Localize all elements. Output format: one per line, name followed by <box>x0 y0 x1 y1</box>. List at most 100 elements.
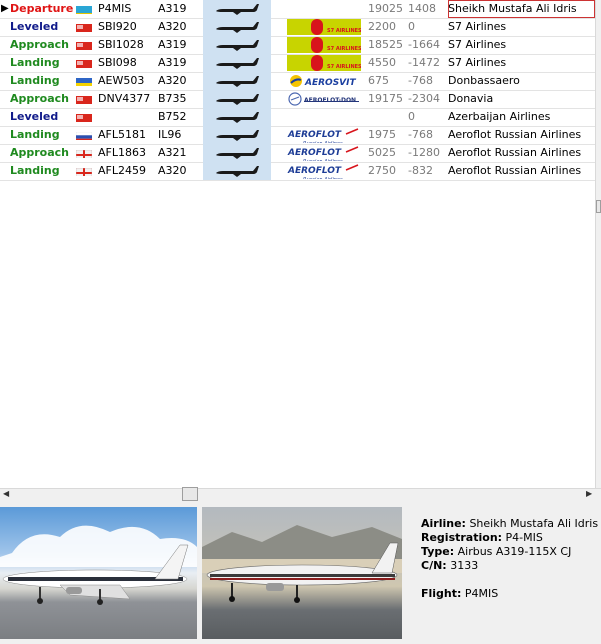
vertical-speed: -1472 <box>408 56 440 69</box>
aircraft-type: A319 <box>158 38 187 51</box>
vertical-scrollbar[interactable] <box>595 0 601 488</box>
aircraft-type: A319 <box>158 2 187 15</box>
flight-callsign: AFL1863 <box>98 146 146 159</box>
flight-status: Landing <box>10 56 60 69</box>
flight-status: Approach <box>10 146 70 159</box>
flight-status: Landing <box>10 74 60 87</box>
flight-callsign: AFL2459 <box>98 164 146 177</box>
vertical-speed: 0 <box>408 110 415 123</box>
aircraft-silhouette-icon <box>203 18 271 36</box>
flight-row[interactable]: Landing AFL5181 IL96 AEROFLOTRussian Airlin… <box>0 126 595 145</box>
horizontal-scrollbar[interactable] <box>0 488 601 502</box>
uk-flag <box>76 148 92 158</box>
horizontal-scrollbar-thumb[interactable] <box>182 487 198 501</box>
flight-row[interactable]: ▶ Departure P4MIS A319 19025 1408 Sheikh Musta… <box>0 0 595 19</box>
flight-row[interactable]: Landing SBI098 A319 S7 AIRLINES 4550 -1472 S7 … <box>0 54 595 73</box>
aircraft-type: A320 <box>158 164 187 177</box>
airline-name: Donavia <box>448 92 494 105</box>
detail-type: Type: Airbus A319-115X CJ <box>421 545 572 558</box>
aircraft-silhouette-icon <box>203 90 271 108</box>
aeroflot-logo: AEROFLOTRussian Airlines <box>287 127 361 143</box>
airline-name: S7 Airlines <box>448 56 507 69</box>
vertical-speed: -1280 <box>408 146 440 159</box>
flight-altitude: 18525 <box>368 38 403 51</box>
detail-airline: Airline: Sheikh Mustafa Ali Idris <box>421 517 599 530</box>
flight-row[interactable]: Leveled B752 0 Azerbaijan Airlines <box>0 108 595 127</box>
s7-airlines-logo: S7 AIRLINES <box>287 37 361 53</box>
airline-logo: AEROFLOT-DON <box>287 91 361 107</box>
flight-row[interactable]: Landing AFL2459 A320 AEROFLOTRussian Airlin… <box>0 162 595 181</box>
aeroflot-logo: AEROFLOTRussian Airlines <box>287 163 361 179</box>
detail-flight: Flight: P4MIS <box>421 587 499 600</box>
aircraft-silhouette-icon <box>203 54 271 72</box>
flight-list: ▶ Departure P4MIS A319 19025 1408 Sheikh Musta… <box>0 0 595 488</box>
aircraft-type: A320 <box>158 74 187 87</box>
detail-cn: C/N: 3133 <box>421 559 479 572</box>
aeroflot-logo: AEROFLOTRussian Airlines <box>287 145 361 161</box>
aircraft-silhouette-icon <box>203 162 271 180</box>
airline-logo: AEROFLOTRussian Airlines <box>287 145 361 161</box>
airline-logo: S7 AIRLINES <box>287 19 361 35</box>
ukraine-flag <box>76 76 92 86</box>
flight-altitude: 1975 <box>368 128 396 141</box>
airline-name: Aeroflot Russian Airlines <box>448 146 582 159</box>
flight-callsign: SBI098 <box>98 56 137 69</box>
aircraft-type: A321 <box>158 146 187 159</box>
airline-logo: AEROFLOTRussian Airlines <box>287 127 361 143</box>
flight-callsign: AFL5181 <box>98 128 146 141</box>
aircraft-details: Airline: Sheikh Mustafa Ali Idris Regist… <box>421 517 598 601</box>
aircraft-silhouette-icon <box>203 0 271 18</box>
vertical-speed: -768 <box>408 128 433 141</box>
vertical-speed: -1664 <box>408 38 440 51</box>
vertical-speed: -2304 <box>408 92 440 105</box>
airline-name: Donbassaero <box>448 74 520 87</box>
flight-callsign: DNV4377 <box>98 92 151 105</box>
aerosvit-logo: AEROSVIT <box>287 73 361 89</box>
airline-logo: S7 AIRLINES <box>287 55 361 71</box>
flight-status: Leveled <box>10 20 59 33</box>
flight-row[interactable]: Approach DNV4377 B735 AEROFLOT-DON 19175 -230… <box>0 90 595 109</box>
row-pointer-icon: ▶ <box>1 3 9 14</box>
flight-status: Approach <box>10 38 70 51</box>
scroll-right-arrow-icon[interactable]: ▶ <box>586 489 592 498</box>
aircraft-silhouette-icon <box>203 126 271 144</box>
airline-logo: S7 AIRLINES <box>287 37 361 53</box>
flight-status: Departure <box>10 2 74 15</box>
aircraft-silhouette-icon <box>203 72 271 90</box>
aircraft-silhouette-icon <box>203 108 271 126</box>
vertical-speed: 0 <box>408 20 415 33</box>
scroll-left-arrow-icon[interactable]: ◀ <box>3 489 9 498</box>
flight-altitude: 19175 <box>368 92 403 105</box>
aircraft-type: B735 <box>158 92 187 105</box>
aircraft-type: A319 <box>158 56 187 69</box>
red-flag <box>76 40 92 50</box>
airline-name: Aeroflot Russian Airlines <box>448 164 582 177</box>
flight-status: Landing <box>10 164 60 177</box>
airline-name: S7 Airlines <box>448 38 507 51</box>
aircraft-silhouette-icon <box>203 36 271 54</box>
s7-airlines-logo: S7 AIRLINES <box>287 55 361 71</box>
flight-callsign: SBI1028 <box>98 38 144 51</box>
flight-row[interactable]: Approach SBI1028 A319 S7 AIRLINES 18525 -1664… <box>0 36 595 55</box>
aeroflot-don-logo: AEROFLOT-DON <box>287 91 361 107</box>
airline-name: Sheikh Mustafa Ali Idris <box>448 0 595 18</box>
flight-altitude: 4550 <box>368 56 396 69</box>
red-flag <box>76 22 92 32</box>
red-flag <box>76 58 92 68</box>
aircraft-photo-1 <box>0 507 197 639</box>
flight-altitude: 5025 <box>368 146 396 159</box>
aircraft-type: A320 <box>158 20 187 33</box>
aircraft-photo-2 <box>202 507 402 639</box>
red-flag <box>76 94 92 104</box>
flight-callsign: SBI920 <box>98 20 137 33</box>
flight-callsign: P4MIS <box>98 2 132 15</box>
flight-row[interactable]: Leveled SBI920 A320 S7 AIRLINES 2200 0 S7 Airl… <box>0 18 595 37</box>
flight-status: Approach <box>10 92 70 105</box>
flight-row[interactable]: Landing AEW503 A320 AEROSVIT 675 -768 Donbassa… <box>0 72 595 91</box>
flight-callsign <box>98 108 154 126</box>
aircraft-silhouette-icon <box>203 144 271 162</box>
flight-row[interactable]: Approach AFL1863 A321 AEROFLOTRussian Airli… <box>0 144 595 163</box>
airline-logo: AEROSVIT <box>287 73 361 89</box>
vertical-scrollbar-thumb[interactable] <box>596 200 601 213</box>
flight-altitude: 2200 <box>368 20 396 33</box>
